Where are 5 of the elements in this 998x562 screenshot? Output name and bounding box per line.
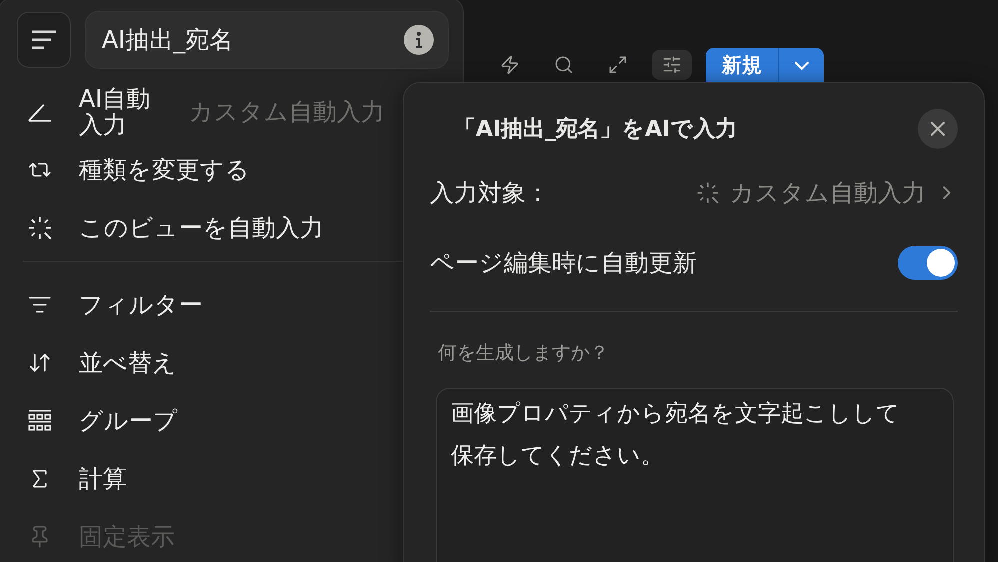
popover-title: 「AI抽出_宛名」をAIで入力 [453,116,738,144]
auto-update-label: ページ編集時に自動更新 [430,248,697,279]
menu-item-value: カスタム自動入力 [189,97,385,128]
prompt-label: 何を生成しますか？ [437,341,610,366]
target-label: 入力対象： [430,178,550,209]
